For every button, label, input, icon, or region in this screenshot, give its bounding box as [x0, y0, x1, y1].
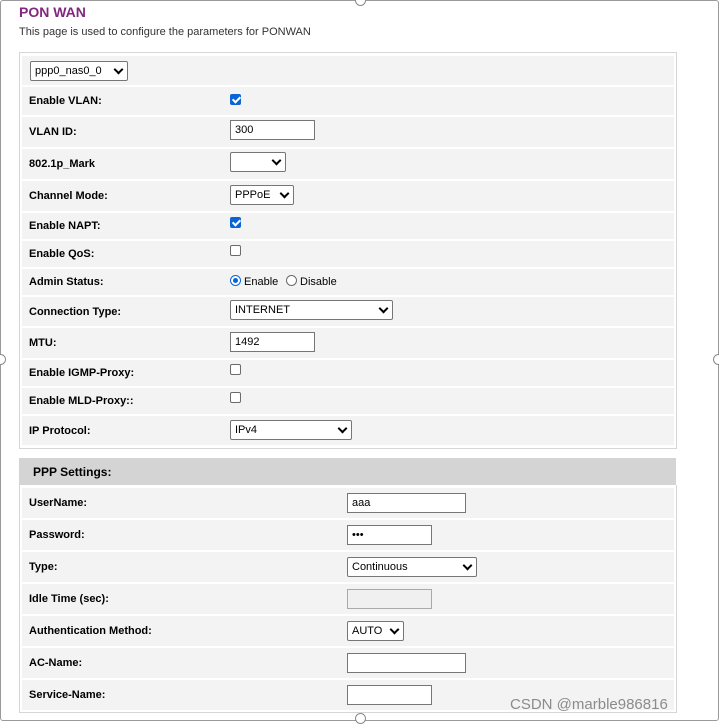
idle-time-label: Idle Time (sec):	[29, 593, 109, 605]
connection-type-select[interactable]: INTERNET	[230, 300, 393, 320]
napt-checkbox[interactable]	[230, 217, 241, 228]
ip-protocol-label: IP Protocol:	[29, 424, 91, 437]
ac-name-input[interactable]	[347, 653, 466, 673]
chevron-down-icon	[462, 560, 473, 571]
enable-vlan-row: Enable VLAN:	[22, 87, 674, 115]
admin-disable-radio[interactable]	[286, 275, 297, 286]
chevron-down-icon	[113, 64, 124, 75]
connection-type-label: Connection Type:	[29, 305, 122, 318]
wan-settings-panel: ppp0_nas0_0 Enable VLAN: VLAN ID: 300 80…	[19, 52, 677, 449]
type-label: Type:	[29, 561, 58, 573]
ip-protocol-row: IP Protocol: IPv4	[22, 416, 674, 445]
username-row: UserName: aaa	[22, 488, 674, 518]
password-input[interactable]: •••	[347, 525, 432, 545]
mark-select[interactable]	[230, 152, 286, 172]
mld-checkbox[interactable]	[230, 392, 241, 403]
chevron-down-icon	[337, 423, 348, 434]
chevron-down-icon	[378, 303, 389, 314]
admin-enable-radio[interactable]	[230, 275, 241, 286]
admin-status-label: Admin Status:	[29, 276, 104, 288]
admin-enable-label: Enable	[244, 276, 279, 288]
connection-type-value: INTERNET	[235, 304, 290, 316]
enable-vlan-checkbox[interactable]	[230, 94, 241, 105]
ip-protocol-select[interactable]: IPv4	[230, 420, 352, 440]
username-input[interactable]: aaa	[347, 493, 466, 513]
ppp-settings-header: PPP Settings:	[19, 458, 676, 485]
ac-name-row: AC-Name:	[22, 648, 674, 678]
vlan-id-row: VLAN ID: 300	[22, 117, 674, 147]
connection-type-row: Connection Type: INTERNET	[22, 297, 674, 326]
channel-mode-select[interactable]: PPPoE	[230, 185, 294, 205]
chevron-down-icon	[271, 155, 282, 166]
enable-vlan-label: Enable VLAN:	[29, 95, 102, 107]
auth-method-row: Authentication Method: AUTO	[22, 616, 674, 646]
mld-row: Enable MLD-Proxy::	[22, 388, 674, 414]
chevron-down-icon	[279, 188, 290, 199]
mtu-label: MTU:	[29, 337, 57, 349]
mtu-row: MTU: 1492	[22, 328, 674, 358]
ip-protocol-value: IPv4	[235, 424, 258, 436]
connection-select-row: ppp0_nas0_0	[22, 56, 674, 85]
watermark: CSDN @marble986816	[510, 696, 668, 713]
page-title: PON WAN	[19, 4, 86, 20]
idle-time-row: Idle Time (sec):	[22, 584, 674, 614]
ppp-settings-title: PPP Settings:	[33, 465, 112, 479]
type-row: Type: Continuous	[22, 552, 674, 582]
vlan-id-label: VLAN ID:	[29, 126, 77, 138]
igmp-row: Enable IGMP-Proxy:	[22, 360, 674, 386]
qos-checkbox[interactable]	[230, 245, 241, 256]
qos-row: Enable QoS:	[22, 241, 674, 267]
password-label: Password:	[29, 529, 85, 541]
channel-mode-row: Channel Mode: PPPoE	[22, 181, 674, 211]
napt-label: Enable NAPT:	[29, 220, 101, 232]
igmp-checkbox[interactable]	[230, 364, 241, 375]
mark-row: 802.1p_Mark	[22, 149, 674, 179]
mld-label: Enable MLD-Proxy::	[29, 395, 134, 407]
ppp-settings-panel: UserName: aaa Password: ••• Type: Contin…	[19, 485, 677, 713]
username-label: UserName:	[29, 497, 88, 509]
auth-method-value: AUTO	[352, 625, 383, 637]
mark-label: 802.1p_Mark	[29, 158, 96, 170]
admin-disable-label: Disable	[300, 276, 337, 288]
resize-handle-right[interactable]	[713, 354, 719, 365]
qos-label: Enable QoS:	[29, 248, 95, 260]
connection-select-value: ppp0_nas0_0	[35, 65, 102, 77]
chevron-down-icon	[389, 624, 400, 635]
napt-row: Enable NAPT:	[22, 213, 674, 239]
ac-name-label: AC-Name:	[29, 657, 83, 669]
vlan-id-input[interactable]: 300	[230, 120, 315, 140]
channel-mode-value: PPPoE	[235, 189, 271, 201]
idle-time-input[interactable]	[347, 589, 432, 609]
service-name-input[interactable]	[347, 685, 432, 705]
igmp-label: Enable IGMP-Proxy:	[29, 367, 135, 379]
channel-mode-label: Channel Mode:	[29, 190, 108, 202]
resize-handle-bottom[interactable]	[355, 713, 366, 724]
page-subtitle: This page is used to configure the param…	[19, 26, 311, 38]
admin-status-row: Admin Status: Enable Disable	[22, 269, 674, 295]
password-row: Password: •••	[22, 520, 674, 550]
auth-method-select[interactable]: AUTO	[347, 621, 404, 641]
auth-method-label: Authentication Method:	[29, 625, 152, 637]
type-value: Continuous	[352, 561, 408, 573]
mtu-input[interactable]: 1492	[230, 332, 315, 352]
connection-select[interactable]: ppp0_nas0_0	[30, 61, 128, 81]
service-name-label: Service-Name:	[29, 689, 106, 701]
type-select[interactable]: Continuous	[347, 557, 477, 577]
